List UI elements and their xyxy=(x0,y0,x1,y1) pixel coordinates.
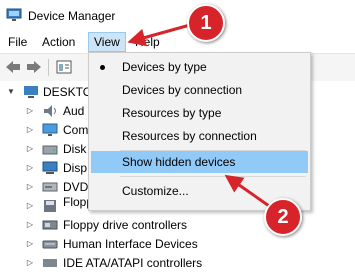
expand-icon[interactable]: ▷ xyxy=(25,258,35,268)
step1-arrow xyxy=(127,23,191,47)
ide-icon xyxy=(42,256,58,270)
step2-arrow xyxy=(224,174,273,210)
step2-badge: 2 xyxy=(264,198,302,236)
step1-badge: 1 xyxy=(187,4,225,42)
